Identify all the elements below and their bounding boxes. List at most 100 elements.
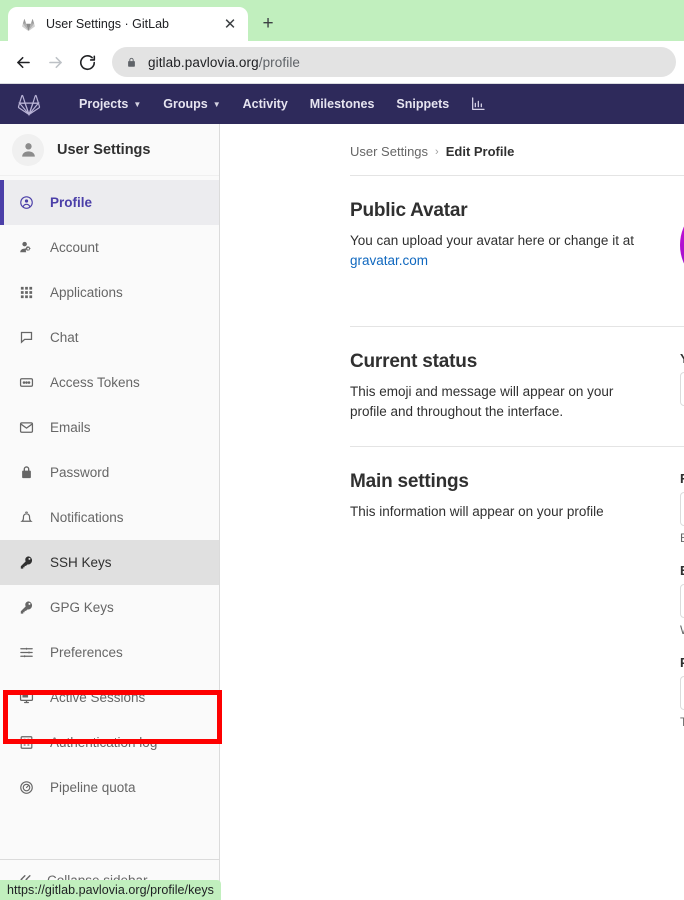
nav-item-snippets[interactable]: Snippets [385, 84, 460, 124]
sidebar-item-label: Applications [50, 285, 123, 300]
text-input[interactable] [680, 492, 684, 526]
sidebar-item-password[interactable]: Password [0, 450, 219, 495]
sidebar-item-label: GPG Keys [50, 600, 114, 615]
sidebar-item-label: Emails [50, 420, 91, 435]
status-input[interactable] [680, 372, 684, 406]
sidebar-item-label: Preferences [50, 645, 123, 660]
sidebar-item-preferences[interactable]: Preferences [0, 630, 219, 675]
sidebar-item-notifications[interactable]: Notifications [0, 495, 219, 540]
sidebar-item-label: Access Tokens [50, 375, 140, 390]
nav-item-activity[interactable]: Activity [232, 84, 299, 124]
sidebar-item-access-tokens[interactable]: Access Tokens [0, 360, 219, 405]
field-hint: W [680, 623, 684, 637]
settings-content: User Settings › Edit Profile Public Avat… [220, 124, 684, 900]
sidebar-item-label: SSH Keys [50, 555, 112, 570]
gitlab-navbar: Projects ▼ Groups ▼ Activity Milestones … [0, 84, 684, 124]
sidebar-item-label: Profile [50, 195, 93, 210]
breadcrumb-separator: › [435, 145, 439, 158]
sidebar-item-pipeline-quota[interactable]: Pipeline quota [0, 765, 219, 810]
breadcrumb-parent[interactable]: User Settings [350, 144, 428, 159]
field-group: P T [680, 655, 684, 729]
section-current-status: Current status This emoji and message wi… [350, 327, 684, 424]
sidebar-item-gpg-keys[interactable]: GPG Keys [0, 585, 219, 630]
field-group: F E [680, 471, 684, 545]
sidebar-item-label: Authentication log [50, 735, 158, 750]
sliders-icon [18, 645, 34, 661]
section-title: Public Avatar [350, 200, 468, 221]
field-hint: E [680, 531, 684, 545]
browser-window: User Settings · GitLab ✕ + gitlab.pavlov… [0, 0, 684, 900]
new-tab-button[interactable]: + [254, 10, 282, 38]
sidebar-item-emails[interactable]: Emails [0, 405, 219, 450]
section-description: You can upload your avatar here or chang… [350, 231, 645, 271]
sidebar-item-active-sessions[interactable]: Active Sessions [0, 675, 219, 720]
navbar-items: Projects ▼ Groups ▼ Activity Milestones … [68, 84, 496, 124]
text-input[interactable] [680, 584, 684, 618]
sidebar-item-account[interactable]: Account [0, 225, 219, 270]
applications-grid-icon [18, 285, 34, 301]
lock-icon [18, 465, 34, 481]
section-public-avatar: Public Avatar You can upload your avatar… [350, 176, 684, 290]
quota-gauge-icon [18, 780, 34, 796]
chat-bubble-icon [18, 330, 34, 346]
sidebar-user-name: User Settings [57, 141, 151, 158]
gitlab-tanuki-logo[interactable] [14, 89, 44, 119]
content-inner: User Settings › Edit Profile Public Avat… [220, 144, 684, 747]
sidebar-menu: Profile Account Applications Chat Access… [0, 176, 219, 859]
tab-strip: User Settings · GitLab ✕ + [0, 0, 684, 41]
field-label: Y [680, 351, 684, 366]
section-text: Public Avatar You can upload your avatar… [350, 200, 680, 290]
page-viewport: Projects ▼ Groups ▼ Activity Milestones … [0, 84, 684, 900]
section-description: This information will appear on your pro… [350, 504, 604, 519]
back-arrow-icon[interactable] [8, 47, 38, 77]
field-label: E [680, 563, 684, 578]
section-description-text: You can upload your avatar here or chang… [350, 233, 634, 248]
breadcrumb: User Settings › Edit Profile [350, 144, 684, 159]
sidebar-item-label: Password [50, 465, 110, 480]
account-gear-icon [18, 240, 34, 256]
close-icon[interactable]: ✕ [220, 14, 240, 34]
key-icon [18, 555, 34, 571]
section-title: Current status [350, 351, 478, 372]
avatar-preview-image[interactable] [680, 200, 684, 290]
section-text: Current status This emoji and message wi… [350, 351, 680, 424]
sidebar-item-profile[interactable]: Profile [0, 180, 219, 225]
nav-item-milestones[interactable]: Milestones [299, 84, 386, 124]
analytics-chart-icon[interactable] [460, 96, 496, 112]
nav-item-projects[interactable]: Projects ▼ [68, 84, 152, 124]
sidebar-item-label: Chat [50, 330, 79, 345]
sidebar-item-chat[interactable]: Chat [0, 315, 219, 360]
status-fields: Y [680, 351, 684, 424]
sidebar-user-header[interactable]: User Settings [0, 124, 219, 176]
url-text: gitlab.pavlovia.org/profile [148, 55, 300, 70]
sidebar-item-authentication-log[interactable]: Authentication log [0, 720, 219, 765]
link-status-bar: https://gitlab.pavlovia.org/profile/keys [0, 880, 221, 900]
text-input[interactable] [680, 676, 684, 710]
breadcrumb-current: Edit Profile [445, 144, 515, 159]
field-hint: T [680, 715, 684, 729]
nav-item-groups[interactable]: Groups ▼ [152, 84, 231, 124]
tab-title: User Settings · GitLab [46, 17, 169, 31]
forward-arrow-icon[interactable] [40, 47, 70, 77]
main-settings-fields: F E E W P [680, 471, 684, 747]
page-body: User Settings Profile Account Applicatio… [0, 124, 684, 900]
gravatar-link[interactable]: gravatar.com [350, 253, 428, 268]
reload-icon[interactable] [72, 47, 102, 77]
sidebar-item-applications[interactable]: Applications [0, 270, 219, 315]
profile-circle-icon [18, 195, 34, 211]
browser-toolbar: gitlab.pavlovia.org/profile [0, 41, 684, 83]
key-icon [18, 600, 34, 616]
url-path: /profile [258, 54, 301, 70]
avatar-upload-area [680, 200, 684, 290]
log-list-icon [18, 735, 34, 751]
sidebar-item-label: Pipeline quota [50, 780, 136, 795]
browser-tab[interactable]: User Settings · GitLab ✕ [8, 7, 248, 41]
section-main-settings: Main settings This information will appe… [350, 447, 684, 747]
chevron-down-icon: ▼ [212, 100, 221, 109]
gitlab-tanuki-favicon [20, 16, 37, 33]
settings-sidebar: User Settings Profile Account Applicatio… [0, 124, 222, 900]
address-bar[interactable]: gitlab.pavlovia.org/profile [112, 47, 676, 77]
sidebar-item-ssh-keys[interactable]: SSH Keys [0, 540, 219, 585]
envelope-icon [18, 420, 34, 436]
sidebar-item-label: Notifications [50, 510, 124, 525]
